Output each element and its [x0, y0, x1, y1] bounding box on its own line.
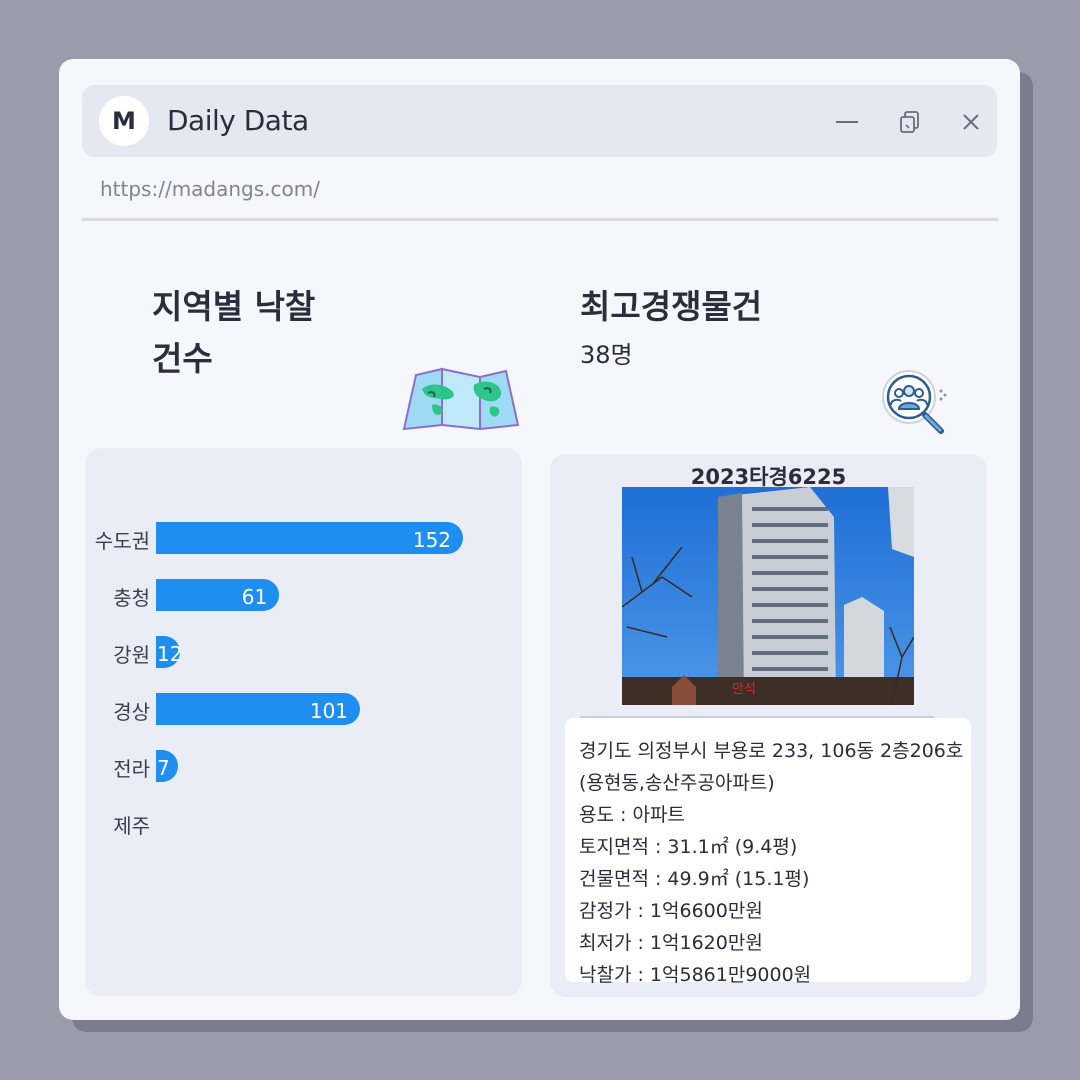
app-window: M Daily Data https://madangs.com/ 지역별 낙찰… [59, 59, 1020, 1020]
app-logo: M [99, 96, 149, 146]
folded-map-icon [402, 367, 520, 431]
minimize-icon [836, 121, 858, 123]
bar-category-label: 충청 [113, 586, 150, 610]
copy-icon [900, 111, 919, 133]
minimize-button[interactable] [834, 109, 860, 135]
title-bar: M Daily Data [82, 85, 997, 157]
bar-category-label: 제주 [113, 814, 150, 838]
bar-value-label: 101 [309, 699, 349, 723]
bar-category-label: 전라 [113, 757, 150, 781]
apartment-photo: 만석 [622, 487, 914, 705]
bar-row: 경상 101 [85, 693, 525, 725]
bar-row: 충청 61 [85, 579, 525, 611]
bar-value-label: 12 [157, 642, 183, 666]
bar-value-label: 7 [157, 756, 170, 780]
region-chart-panel: 수도권 152 충청 61 강원 12 경상 101 전라 7 제주 [85, 448, 522, 996]
building-area-text: 건물면적 : 49.9㎡ (15.1평) [579, 868, 810, 890]
bar-row: 전라 7 [85, 750, 525, 782]
address-line1: 경기도 의정부시 부용로 233, 106동 2층206호 [579, 740, 964, 762]
bar-row: 수도권 152 [85, 522, 525, 554]
appraised-price-text: 감정가 : 1억6600만원 [579, 900, 763, 922]
people-search-icon [882, 370, 947, 434]
address-line2: (용현동,송산주공아파트) [579, 772, 775, 794]
bar-value-label: 152 [412, 528, 452, 552]
property-details: 경기도 의정부시 부용로 233, 106동 2층206호 (용현동,송산주공아… [565, 718, 971, 986]
bar-row: 강원 12 [85, 636, 525, 668]
bar-row: 제주 [85, 807, 525, 839]
minimum-price-text: 최저가 : 1억1620만원 [579, 932, 763, 954]
competition-title: 최고경쟁물건 [580, 287, 763, 326]
close-icon [963, 114, 979, 130]
bar-category-label: 경상 [113, 700, 150, 724]
close-button[interactable] [958, 109, 984, 135]
region-title: 지역별 낙찰 건수 [152, 281, 315, 385]
land-area-text: 토지면적 : 31.1㎡ (9.4평) [579, 836, 798, 858]
region-title-line2: 건수 [152, 339, 213, 378]
app-title: Daily Data [167, 104, 309, 137]
url-text[interactable]: https://madangs.com/ [100, 177, 320, 201]
property-photo[interactable]: 만석 [622, 487, 914, 705]
winning-bid-text: 낙찰가 : 1억5861만9000원 [579, 964, 812, 986]
competition-count: 38명 [580, 341, 633, 369]
bar-category-label: 수도권 [94, 529, 150, 553]
bar-value-label: 61 [241, 585, 268, 609]
usage-text: 용도 : 아파트 [579, 804, 685, 826]
restore-button[interactable] [897, 109, 923, 135]
url-divider [82, 218, 998, 221]
property-card: 2023타경6225 만석 경기도 의정부시 부용로 233, 106동 2층2… [550, 454, 987, 997]
region-title-line1: 지역별 낙찰 [152, 287, 316, 326]
bar-category-label: 강원 [113, 643, 150, 667]
photo-stamp-text: 만석 [732, 682, 756, 697]
